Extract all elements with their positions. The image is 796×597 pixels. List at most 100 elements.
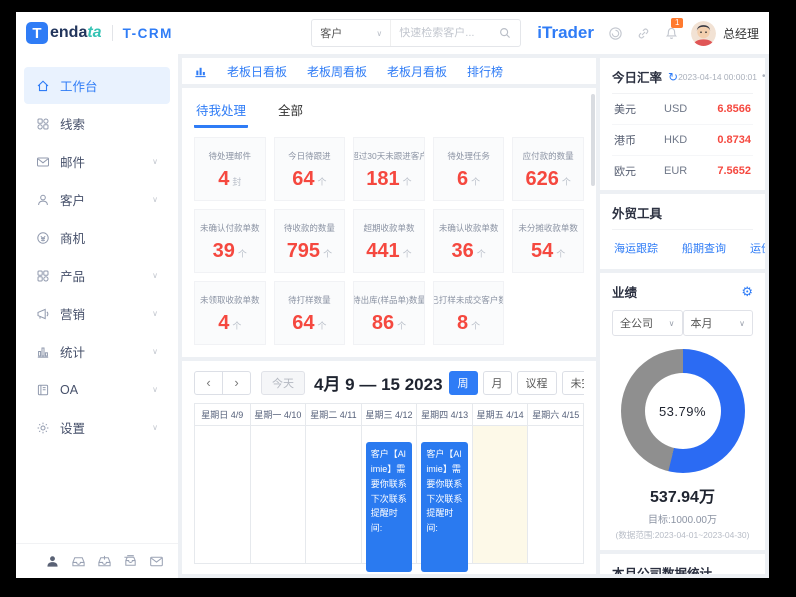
sidebar-item-label: 产品 bbox=[60, 270, 86, 284]
kpi-value: 39 个 bbox=[213, 241, 247, 261]
global-search: 客户 ∨ bbox=[311, 19, 522, 47]
kpi-card[interactable]: 未确认付款单数 39 个 bbox=[194, 209, 266, 273]
calendar-event[interactable]: 客户【Alimie】需要你联系 下次联系提醒时间: bbox=[365, 442, 413, 572]
service-icon[interactable] bbox=[608, 26, 623, 41]
brand-name: endata bbox=[50, 24, 102, 42]
kpi-unit: 个 bbox=[402, 248, 412, 259]
contacts-icon[interactable] bbox=[45, 554, 60, 569]
notification-bell[interactable]: 1 bbox=[664, 17, 684, 41]
kpi-card[interactable]: 今日待跟进 64 个 bbox=[273, 137, 346, 201]
chevron-down-icon: ∨ bbox=[152, 347, 158, 356]
refresh-icon[interactable]: ↻ bbox=[668, 71, 678, 83]
sidebar-item-leads[interactable]: 线索 bbox=[24, 105, 170, 142]
sidebar-item-opportunities[interactable]: 商机 bbox=[24, 219, 170, 256]
search-category-select[interactable]: 客户 ∨ bbox=[312, 20, 392, 46]
link-icon[interactable] bbox=[636, 26, 651, 41]
board-tab-2[interactable]: 老板周看板 bbox=[307, 63, 367, 80]
sidebar-item-label: 统计 bbox=[60, 346, 86, 360]
sidebar-item-statistics[interactable]: 统计 ∨ bbox=[24, 333, 170, 370]
scope-select[interactable]: 全公司 ∨ bbox=[612, 310, 683, 336]
avatar-image bbox=[690, 20, 716, 46]
day-header: 星期二 4/11 bbox=[306, 404, 362, 425]
search-icon[interactable] bbox=[498, 26, 512, 40]
board-tab-4[interactable]: 排行榜 bbox=[467, 63, 503, 80]
chevron-down-icon: ∨ bbox=[152, 423, 158, 432]
currency-rate: 0.8734 bbox=[717, 134, 751, 146]
tab-pending-mine[interactable]: 待我处理 bbox=[194, 96, 249, 128]
currency-name: 欧元 bbox=[614, 166, 636, 178]
header-icon-group: 1 bbox=[608, 17, 684, 41]
calendar-button-3[interactable]: 议程 bbox=[516, 370, 557, 395]
app-body: 工作台 线索 邮件 ∨ 客户 ∨ 商机 产品 ∨ 营销 ∨ 统计 ∨ OA ∨ 设置 ∨ bbox=[16, 54, 769, 578]
marketing-icon bbox=[36, 307, 50, 321]
next-button[interactable]: › bbox=[222, 370, 251, 395]
center-column: 老板日看板 老板周看板 老板月看板 排行榜 待我处理 全部 待处理邮件 4 封今日待跟进 6… bbox=[182, 58, 596, 574]
day-header: 星期日 4/9 bbox=[195, 404, 251, 425]
sidebar-item-label: 线索 bbox=[60, 118, 86, 132]
performance-target: 目标:1000.00万 bbox=[648, 515, 717, 526]
kpi-card[interactable]: 待打样数量 64 个 bbox=[273, 281, 346, 345]
more-icon[interactable]: ••• bbox=[762, 71, 765, 82]
kpi-card[interactable]: 待处理邮件 4 封 bbox=[194, 137, 266, 201]
monthly-stats-card: 本月公司数据统计 数据最后更新时间: 08:37:50 ↻ bbox=[600, 554, 765, 574]
kpi-card[interactable]: 已打样未成交客户数 8 个 bbox=[432, 281, 505, 345]
calendar-button-4[interactable]: 未完成 bbox=[561, 370, 584, 395]
itrader-link[interactable]: iTrader bbox=[537, 23, 594, 43]
kpi-card[interactable]: 未领取收款单数 4 个 bbox=[194, 281, 266, 345]
day-column[interactable]: 客户【Alimie】需要你联系 下次联系提醒时间: bbox=[362, 426, 418, 572]
sidebar-item-oa[interactable]: OA ∨ bbox=[24, 371, 170, 408]
day-column[interactable] bbox=[306, 426, 362, 563]
period-select[interactable]: 本月 ∨ bbox=[682, 310, 753, 336]
day-column[interactable] bbox=[472, 426, 529, 563]
day-header: 星期四 4/13 bbox=[417, 404, 473, 425]
board-tab-3[interactable]: 老板月看板 bbox=[387, 63, 447, 80]
kpi-value: 8个 bbox=[457, 313, 480, 333]
tab-all[interactable]: 全部 bbox=[276, 96, 305, 128]
sidebar-item-mail[interactable]: 邮件 ∨ bbox=[24, 143, 170, 180]
avatar[interactable] bbox=[690, 20, 716, 46]
calendar-button-1[interactable]: 周 bbox=[448, 370, 478, 395]
kpi-value: 86 个 bbox=[372, 313, 406, 333]
kpi-unit: 个 bbox=[317, 320, 327, 331]
kpi-card[interactable]: 应付款的数量 626 个 bbox=[512, 137, 584, 201]
kpi-number: 6 bbox=[457, 167, 469, 190]
day-column[interactable] bbox=[195, 426, 251, 563]
today-button[interactable]: 今天 bbox=[261, 370, 305, 395]
sidebar-item-label: 营销 bbox=[60, 308, 86, 322]
kpi-value: 181 个 bbox=[366, 169, 411, 189]
trade-tool-link-2[interactable]: 船期查询 bbox=[682, 240, 726, 256]
kpi-card[interactable]: 待处理任务 6 个 bbox=[432, 137, 505, 201]
kpi-card[interactable]: 超期收款单数 441 个 bbox=[353, 209, 425, 273]
archive-icon[interactable] bbox=[123, 554, 138, 569]
trade-tool-link-1[interactable]: 海运跟踪 bbox=[614, 240, 658, 256]
outbox-icon[interactable] bbox=[97, 554, 112, 569]
kpi-card[interactable]: 超过30天未跟进客户 181 个 bbox=[353, 137, 425, 201]
sidebar-item-customers[interactable]: 客户 ∨ bbox=[24, 181, 170, 218]
mail-send-icon[interactable] bbox=[149, 554, 164, 569]
product-name: T-CRM bbox=[122, 25, 173, 41]
day-column[interactable] bbox=[251, 426, 307, 563]
kpi-card[interactable]: 未分摊收款单数 54 个 bbox=[512, 209, 584, 273]
board-tab-1[interactable]: 老板日看板 bbox=[227, 63, 287, 80]
rate-timestamp: 2023-04-14 00:00:01 bbox=[678, 71, 758, 82]
kpi-value: 64 个 bbox=[292, 313, 326, 333]
current-user-role[interactable]: 总经理 bbox=[723, 25, 759, 42]
gear-icon[interactable]: ⚙ bbox=[741, 285, 753, 298]
prev-button[interactable]: ‹ bbox=[194, 370, 223, 395]
kpi-value: 4个 bbox=[218, 313, 241, 333]
sidebar-item-marketing[interactable]: 营销 ∨ bbox=[24, 295, 170, 332]
inbox-icon[interactable] bbox=[71, 554, 86, 569]
sidebar-item-settings[interactable]: 设置 ∨ bbox=[24, 409, 170, 446]
sidebar-item-products[interactable]: 产品 ∨ bbox=[24, 257, 170, 294]
calendar-button-2[interactable]: 月 bbox=[482, 370, 512, 395]
kpi-card[interactable]: 未确认收款单数 36 个 bbox=[432, 209, 505, 273]
calendar-event[interactable]: 客户【Alimie】需要你联系 下次联系提醒时间: bbox=[421, 442, 468, 572]
scrollbar-thumb[interactable] bbox=[591, 94, 595, 186]
kpi-card[interactable]: 待出库(样品单)数量 86 个 bbox=[353, 281, 425, 345]
day-column[interactable]: 客户【Alimie】需要你联系 下次联系提醒时间: bbox=[417, 426, 473, 572]
kpi-card[interactable]: 待收款的数量 795 个 bbox=[273, 209, 346, 273]
sidebar-item-workbench[interactable]: 工作台 bbox=[24, 67, 170, 104]
day-column[interactable] bbox=[528, 426, 583, 563]
search-input[interactable] bbox=[391, 27, 499, 39]
trade-tool-link-3[interactable]: 运价查询 bbox=[750, 240, 765, 256]
